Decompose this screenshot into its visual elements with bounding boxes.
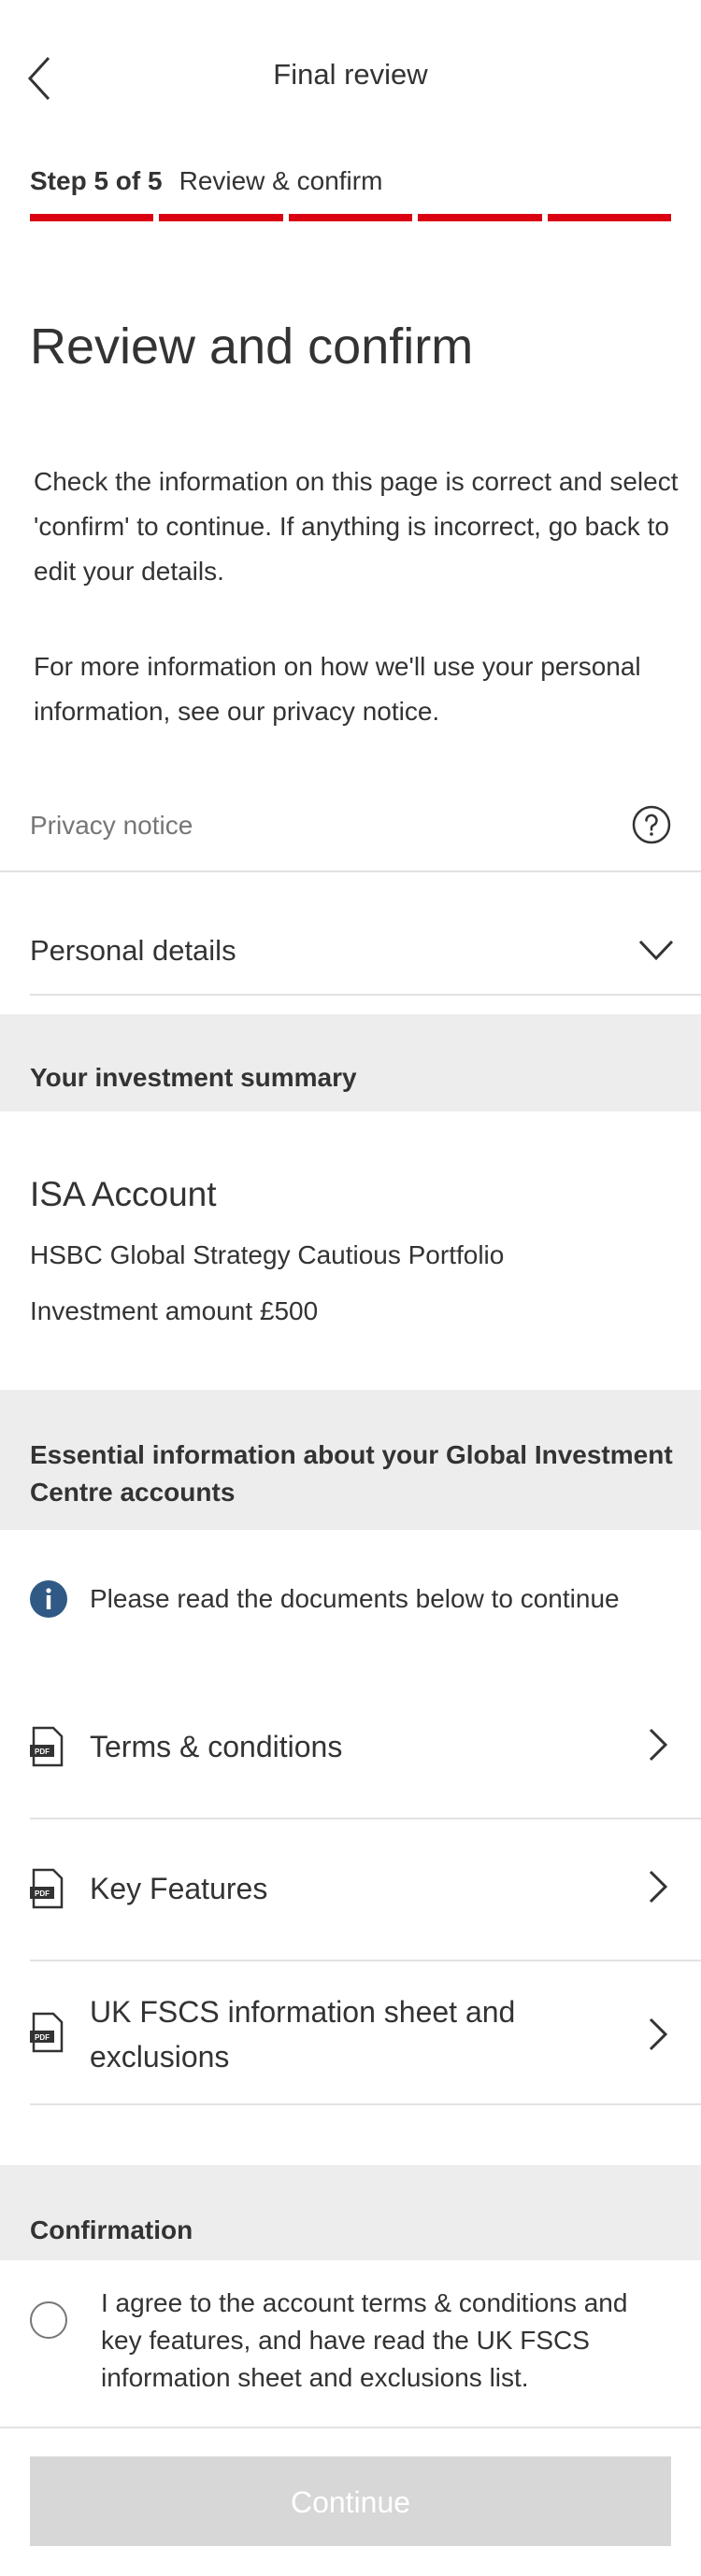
- privacy-notice-label: Privacy notice: [30, 811, 193, 840]
- investment-amount: Investment amount £500: [30, 1296, 319, 1325]
- chevron-down-icon: [638, 940, 674, 961]
- help-icon[interactable]: [632, 805, 671, 844]
- continue-button[interactable]: Continue: [30, 2456, 671, 2546]
- progress-segment: [30, 214, 154, 221]
- investment-summary-header: Your investment summary: [0, 1014, 701, 1111]
- step-label: Review & confirm: [179, 166, 383, 195]
- progress-segment: [547, 214, 672, 221]
- investment-summary-heading: Your investment summary: [30, 1063, 357, 1092]
- personal-details-label: Personal details: [30, 934, 236, 967]
- svg-text:PDF: PDF: [35, 1890, 50, 1898]
- essential-info-header: Essential information about your Global …: [0, 1390, 701, 1530]
- document-label: UK FSCS information sheet and exclusions: [90, 1995, 516, 2074]
- intro-text: Check the information on this page is co…: [34, 467, 679, 586]
- pdf-icon: PDF: [30, 1726, 64, 1767]
- step-count: Step 5 of 5: [30, 166, 163, 195]
- info-icon: [30, 1580, 67, 1618]
- fund-name: HSBC Global Strategy Cautious Portfolio: [30, 1240, 505, 1269]
- pdf-icon: PDF: [30, 2012, 64, 2053]
- documents-notice: Please read the documents below to conti…: [90, 1584, 620, 1613]
- confirmation-header: Confirmation: [0, 2165, 701, 2260]
- personal-details-accordion[interactable]: Personal details: [30, 900, 701, 996]
- progress-segment: [159, 214, 283, 221]
- document-key-features[interactable]: PDF Key Features: [30, 1818, 701, 1961]
- progress-bar: [30, 214, 672, 221]
- pdf-icon: PDF: [30, 1868, 64, 1909]
- chevron-right-icon: [649, 1728, 668, 1762]
- essential-info-heading: Essential information about your Global …: [30, 1440, 673, 1507]
- chevron-right-icon: [649, 2017, 668, 2051]
- document-fscs-sheet[interactable]: PDF UK FSCS information sheet and exclus…: [30, 1960, 701, 2105]
- header-title: Final review: [273, 58, 428, 91]
- document-terms-conditions[interactable]: PDF Terms & conditions: [30, 1674, 701, 1819]
- chevron-right-icon: [649, 1870, 668, 1904]
- svg-text:PDF: PDF: [35, 2033, 50, 2042]
- account-type: ISA Account: [30, 1175, 217, 1213]
- progress-segment: [288, 214, 413, 221]
- step-indicator: Step 5 of 5 Review & confirm: [30, 166, 382, 196]
- document-label: Terms & conditions: [90, 1730, 343, 1763]
- privacy-notice-link[interactable]: Privacy notice: [0, 796, 701, 872]
- page-title: Review and confirm: [30, 318, 474, 375]
- privacy-info-text: For more information on how we'll use yo…: [34, 652, 641, 726]
- confirmation-heading: Confirmation: [30, 2215, 193, 2244]
- agree-radio[interactable]: [30, 2301, 67, 2339]
- agree-text: I agree to the account terms & condition…: [101, 2288, 628, 2392]
- divider: [0, 2427, 701, 2428]
- progress-segment: [418, 214, 542, 221]
- document-label: Key Features: [90, 1872, 268, 1905]
- svg-text:PDF: PDF: [35, 1748, 50, 1756]
